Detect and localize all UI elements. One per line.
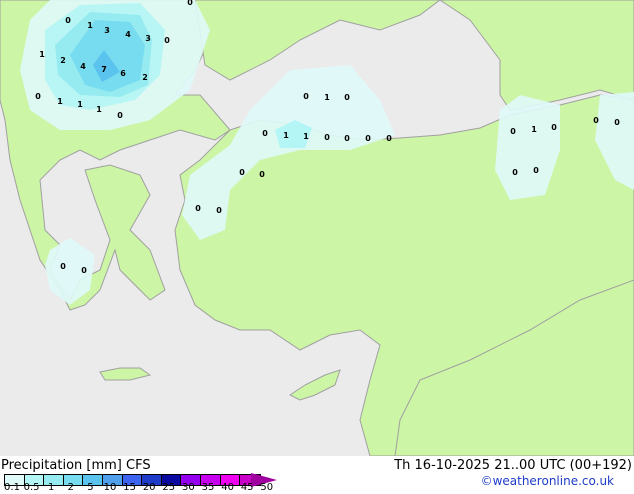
- precipitation-value: 1: [77, 100, 83, 109]
- precipitation-value: 1: [283, 131, 289, 140]
- precipitation-value: 0: [510, 127, 516, 136]
- precipitation-value: 4: [125, 30, 131, 39]
- precipitation-value: 0: [303, 92, 309, 101]
- legend-tick-label: 5: [87, 482, 94, 493]
- precipitation-value: 1: [303, 132, 309, 141]
- legend-ticks: 0.1 0.5 1 2 5 10 15 20 25 30 35 40 45 50: [0, 482, 634, 494]
- precipitation-value: 0: [259, 170, 265, 179]
- legend-tick-label: 45: [240, 482, 254, 493]
- precipitation-value: 0: [65, 16, 71, 25]
- legend-tick-label: 40: [221, 482, 234, 493]
- precipitation-value: 0: [324, 133, 330, 142]
- legend-tick-label: 10: [103, 482, 117, 493]
- precipitation-value: 1: [57, 97, 63, 106]
- precipitation-value: 7: [101, 65, 107, 74]
- legend-tick-label: 50: [260, 482, 274, 493]
- precipitation-value: 0: [187, 0, 193, 7]
- precipitation-value: 1: [96, 105, 102, 114]
- precipitation-value: 1: [39, 50, 45, 59]
- map-title: Precipitation [mm] CFS: [1, 458, 151, 473]
- precipitation-value: 0: [593, 116, 599, 125]
- precipitation-value: 3: [104, 26, 110, 35]
- precipitation-value: 0: [533, 166, 539, 175]
- legend-tick-label: 20: [142, 482, 156, 493]
- precipitation-value: 0: [239, 168, 245, 177]
- legend-tick-label: 30: [182, 482, 195, 493]
- precipitation-value: 0: [60, 262, 66, 271]
- precipitation-value: 0: [262, 129, 268, 138]
- precipitation-value: 0: [614, 118, 620, 127]
- precipitation-value: 0: [195, 204, 201, 213]
- legend-tick-label: 2: [67, 482, 74, 493]
- precipitation-value: 0: [35, 92, 41, 101]
- precipitation-value: 0: [386, 134, 392, 143]
- valid-time: Th 16-10-2025 21..00 UTC (00+192): [394, 458, 632, 473]
- precipitation-value: 0: [81, 266, 87, 275]
- precipitation-value: 2: [60, 56, 66, 65]
- precipitation-value: 0: [344, 134, 350, 143]
- legend-tick-label: 1: [48, 482, 55, 493]
- precipitation-value: 2: [142, 73, 148, 82]
- precipitation-value: 1: [87, 21, 93, 30]
- precipitation-value: 0: [512, 168, 518, 177]
- footer: Precipitation [mm] CFS Th 16-10-2025 21.…: [0, 456, 634, 493]
- legend-tick-label: 35: [201, 482, 215, 493]
- legend-tick-label: 0.5: [23, 482, 40, 493]
- precipitation-value: 0: [365, 134, 371, 143]
- legend-tick-label: 0.1: [4, 482, 20, 493]
- precipitation-value: 0: [344, 93, 350, 102]
- legend-tick-label: 15: [123, 482, 136, 493]
- precipitation-map: 0 1 3 4 3 0 1 2 4 7 6 2 0 1 1 1 0 0 0 1 0 0 1 1 0 0 0 0 0 0 0 0 0 1 0 0 0 0 0 0…: [0, 0, 634, 456]
- legend-tick-label: 25: [162, 482, 176, 493]
- precipitation-value: 0: [551, 123, 557, 132]
- precipitation-value: 0: [164, 36, 170, 45]
- precipitation-value: 0: [117, 111, 123, 120]
- precipitation-value: 0: [216, 206, 222, 215]
- precipitation-value: 6: [120, 69, 126, 78]
- precipitation-value: 1: [531, 125, 537, 134]
- precipitation-value: 1: [324, 93, 330, 102]
- precipitation-value: 3: [145, 34, 151, 43]
- precipitation-value: 4: [80, 62, 86, 71]
